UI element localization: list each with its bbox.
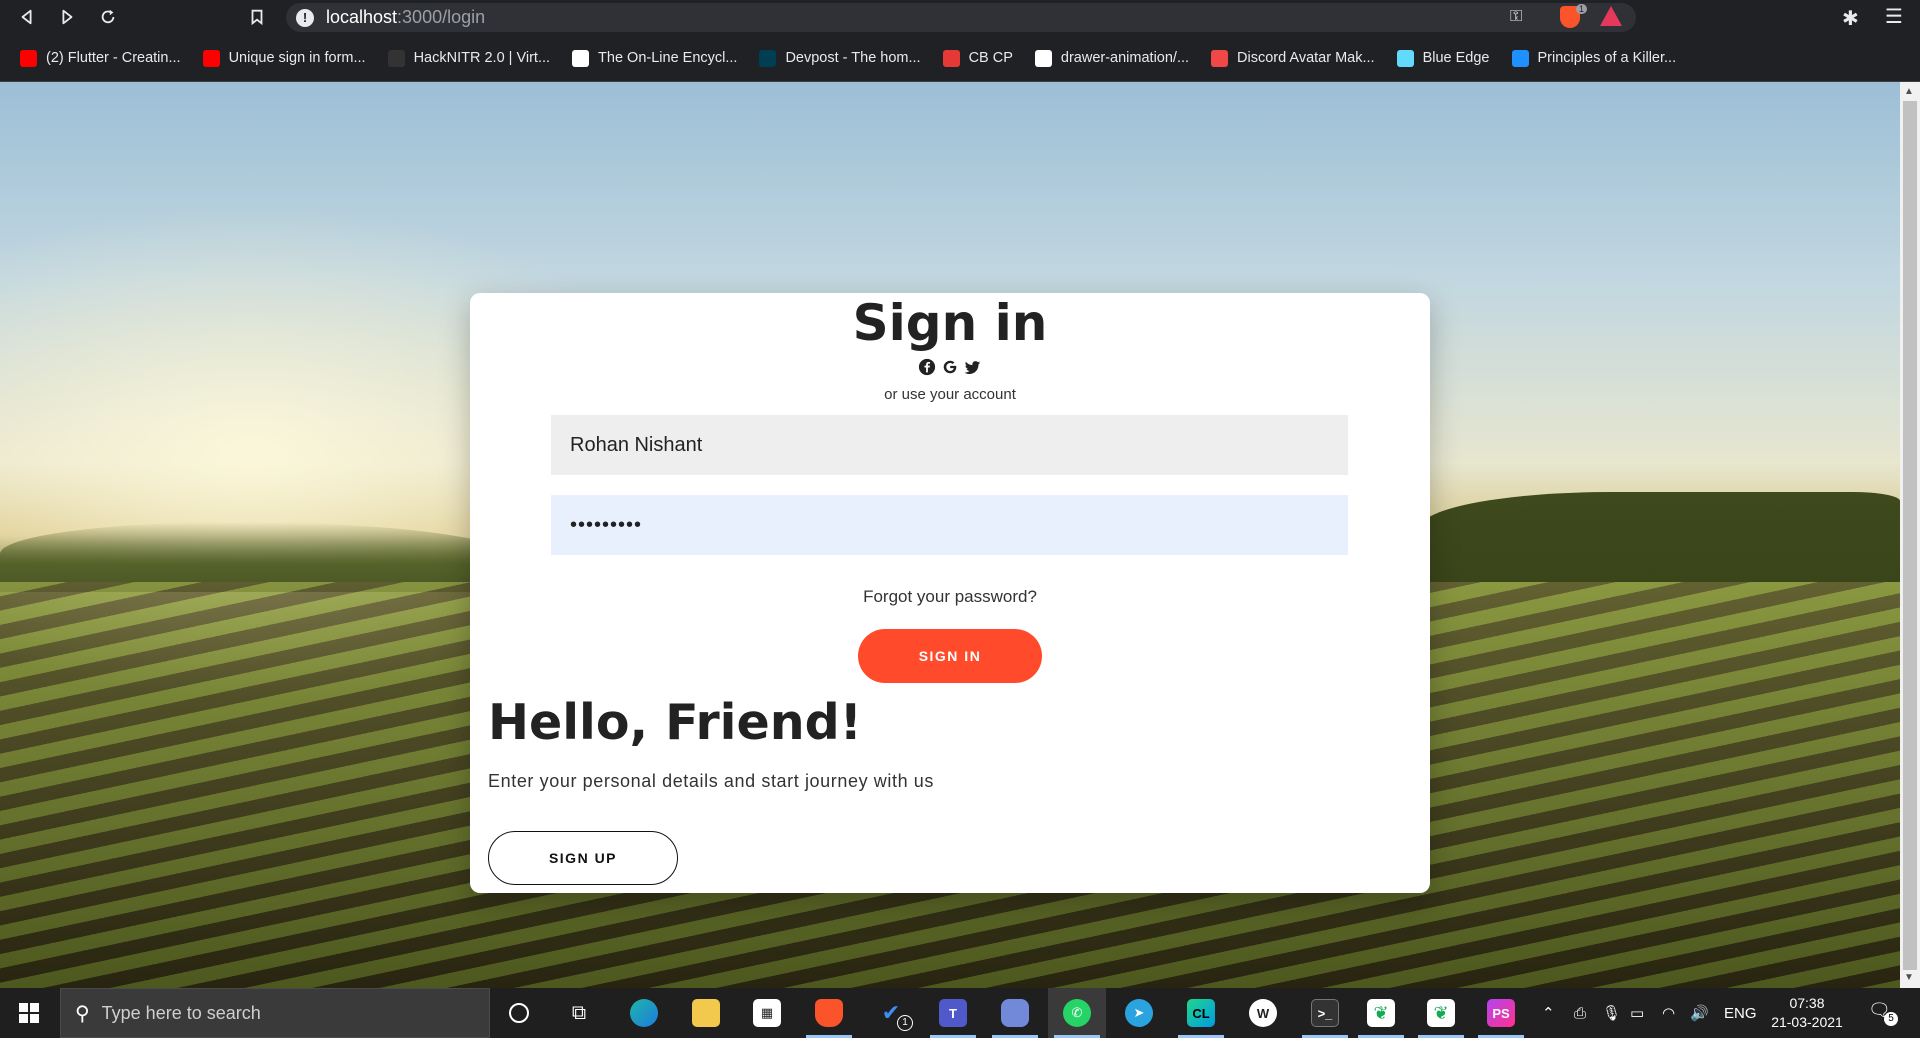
github-icon: [1034, 49, 1052, 67]
brave-taskbar-icon[interactable]: [800, 988, 858, 1038]
webstorm-icon[interactable]: W: [1234, 988, 1292, 1038]
bookmark-item[interactable]: Blue Edge: [1396, 49, 1490, 67]
tray-overflow-icon[interactable]: ⌃: [1542, 988, 1555, 1038]
twitter-icon[interactable]: [964, 357, 983, 376]
brave-shield-count: 1: [1576, 4, 1588, 14]
address-bar[interactable]: ! localhost:3000/login: [286, 3, 1636, 32]
battery-icon[interactable]: ▭: [1630, 988, 1644, 1038]
mongodb-compass-icon[interactable]: ❦: [1352, 988, 1410, 1038]
start-button[interactable]: [0, 988, 58, 1038]
brave-rewards-icon[interactable]: [1600, 6, 1622, 26]
bookmark-label: Devpost - The hom...: [785, 50, 921, 66]
task-view-icon[interactable]: ⧉: [550, 988, 608, 1038]
windows-icon: [19, 1003, 39, 1023]
key-icon[interactable]: ⚿: [1510, 8, 1522, 26]
bookmark-item[interactable]: CB CP: [942, 49, 1013, 67]
bookmark-label: HackNITR 2.0 | Virt...: [413, 50, 551, 66]
volume-icon[interactable]: 🔊: [1690, 988, 1709, 1038]
bookmark-icon[interactable]: [246, 6, 268, 28]
bookmark-item[interactable]: The On-Line Encycl...: [572, 49, 738, 67]
bookmark-item[interactable]: Discord Avatar Mak...: [1211, 49, 1375, 67]
bookmarks-bar: (2) Flutter - Creatin... Unique sign in f…: [0, 35, 1920, 82]
todo-badge: 1: [897, 1015, 913, 1031]
bookmark-label: Unique sign in form...: [228, 50, 366, 66]
search-placeholder: Type here to search: [101, 1002, 261, 1023]
discord-icon: [1211, 49, 1229, 67]
windows-taskbar: ⚲ Type here to search ⧉ ▦ ✔ 1 T ✆ ➤ CL W …: [0, 988, 1920, 1038]
back-icon[interactable]: [16, 6, 38, 28]
bookmark-label: The On-Line Encycl...: [598, 50, 738, 66]
scroll-up-icon[interactable]: ▲: [1904, 86, 1914, 97]
notifications-count: 5: [1884, 1012, 1898, 1026]
microphone-icon[interactable]: 🎙: [1602, 988, 1621, 1038]
bookmark-item[interactable]: Unique sign in form...: [202, 49, 366, 67]
telegram-icon[interactable]: ➤: [1110, 988, 1168, 1038]
edge-icon[interactable]: [615, 988, 673, 1038]
puzzle-icon: [1511, 49, 1529, 67]
phpstorm-icon[interactable]: PS: [1472, 988, 1530, 1038]
wifi-icon[interactable]: ◠: [1662, 988, 1675, 1038]
url-host: localhost: [326, 7, 398, 27]
clock[interactable]: 07:38 21-03-2021: [1762, 994, 1852, 1032]
bookmark-label: drawer-animation/...: [1060, 50, 1190, 66]
hacknitr-icon: [387, 49, 405, 67]
scroll-down-icon[interactable]: ▼: [1904, 972, 1914, 983]
extensions-icon[interactable]: ✱: [1842, 6, 1859, 31]
password-field[interactable]: [551, 495, 1348, 555]
language-indicator[interactable]: ENG: [1724, 988, 1757, 1038]
social-links: [470, 357, 1430, 376]
hello-heading: Hello, Friend!: [488, 694, 863, 751]
name-field[interactable]: [551, 415, 1348, 475]
store-icon[interactable]: ▦: [738, 988, 796, 1038]
treeline-right: [1420, 492, 1900, 582]
facebook-icon[interactable]: [918, 357, 937, 376]
search-icon: ⚲: [75, 1002, 90, 1025]
bookmark-label: Discord Avatar Mak...: [1237, 50, 1375, 66]
bookmark-label: Principles of a Killer...: [1537, 50, 1677, 66]
forward-icon[interactable]: [56, 6, 78, 28]
bookmark-item[interactable]: Principles of a Killer...: [1511, 49, 1677, 67]
reload-icon[interactable]: [97, 6, 119, 28]
todo-icon[interactable]: ✔ 1: [862, 988, 920, 1038]
bookmark-label: CB CP: [968, 50, 1013, 66]
bookmark-item[interactable]: drawer-animation/...: [1034, 49, 1190, 67]
whatsapp-icon[interactable]: ✆: [1048, 988, 1106, 1038]
login-card: Sign in or use your account Forgot your …: [470, 293, 1430, 893]
taskbar-search[interactable]: ⚲ Type here to search: [60, 988, 490, 1038]
file-explorer-icon[interactable]: [677, 988, 735, 1038]
codeblocks-icon: [942, 49, 960, 67]
teams-icon[interactable]: T: [924, 988, 982, 1038]
scrollbar-thumb[interactable]: [1903, 101, 1917, 970]
youtube-icon: [20, 49, 37, 67]
google-icon[interactable]: [941, 357, 960, 376]
mongodb-shell-icon[interactable]: ❦: [1412, 988, 1470, 1038]
meet-now-icon[interactable]: ⎙: [1574, 988, 1586, 1038]
clock-time: 07:38: [1789, 995, 1825, 1011]
or-use-account-text: or use your account: [884, 386, 1016, 403]
url-path: :3000/login: [397, 7, 486, 27]
react-icon: [1396, 49, 1414, 67]
page-background: Sign in or use your account Forgot your …: [0, 82, 1900, 988]
youtube-icon: [202, 49, 220, 67]
discord-taskbar-icon[interactable]: [986, 988, 1044, 1038]
signin-heading: Sign in: [852, 294, 1048, 352]
site-info-icon[interactable]: !: [296, 8, 314, 27]
browser-toolbar: ! localhost:3000/login ⚿ 1 ✱ ☰: [0, 0, 1920, 35]
signup-button[interactable]: SIGN UP: [488, 831, 678, 885]
clock-date: 21-03-2021: [1771, 1014, 1843, 1030]
signin-button[interactable]: SIGN IN: [858, 629, 1042, 683]
cortana-icon[interactable]: [490, 988, 548, 1038]
bookmark-label: (2) Flutter - Creatin...: [46, 50, 181, 66]
journey-text: Enter your personal details and start jo…: [488, 771, 935, 791]
terminal-icon[interactable]: >_: [1296, 988, 1354, 1038]
devpost-icon: [759, 49, 777, 67]
clion-icon[interactable]: CL: [1172, 988, 1230, 1038]
bookmark-item[interactable]: (2) Flutter - Creatin...: [20, 49, 181, 67]
forgot-password-link[interactable]: Forgot your password?: [470, 587, 1430, 607]
menu-icon[interactable]: ☰: [1885, 4, 1903, 29]
bookmark-item[interactable]: HackNITR 2.0 | Virt...: [387, 49, 551, 67]
bookmark-item[interactable]: Devpost - The hom...: [759, 49, 921, 67]
oeis-icon: [572, 49, 590, 67]
bookmark-label: Blue Edge: [1422, 50, 1490, 66]
